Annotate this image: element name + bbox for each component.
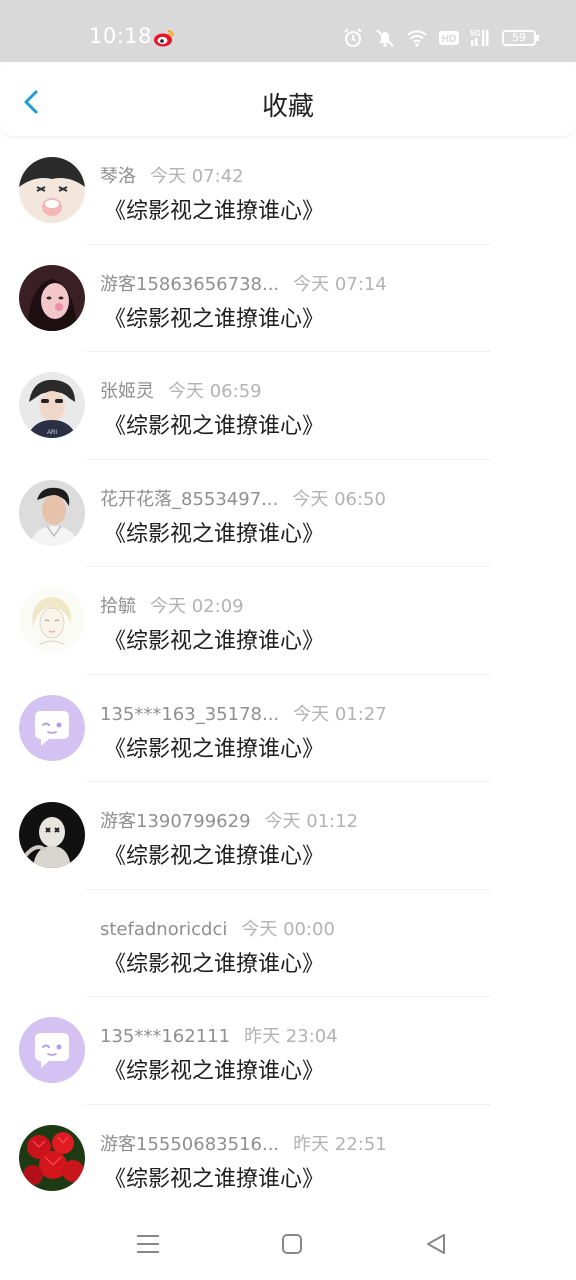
item-meta: 花开花落_8553497... 今天 06:50	[100, 485, 386, 511]
list-item[interactable]: 花开花落_8553497... 今天 06:50 《综影视之谁撩谁心》	[0, 460, 576, 567]
book-title[interactable]: 《综影视之谁撩谁心》	[104, 1161, 324, 1193]
menu-icon[interactable]	[134, 1230, 162, 1258]
svg-text:ARI: ARI	[47, 430, 57, 436]
item-meta: 135***163_35178... 今天 01:27	[100, 700, 387, 726]
wifi-icon	[407, 30, 427, 47]
book-title[interactable]: 《综影视之谁撩谁心》	[104, 1053, 324, 1085]
timestamp: 今天 07:14	[293, 273, 387, 295]
list-item[interactable]: 135***162111 昨天 23:04 《综影视之谁撩谁心》	[0, 997, 576, 1105]
user-name[interactable]: 游客1390799629	[100, 811, 251, 832]
user-name[interactable]: 游客15863656738...	[100, 274, 279, 295]
item-meta: 游客15550683516... 昨天 22:51	[100, 1130, 387, 1156]
avatar[interactable]	[19, 694, 85, 761]
default-avatar-icon	[19, 694, 85, 761]
svg-text:HD: HD	[442, 34, 456, 45]
user-name[interactable]: 拾毓	[100, 596, 136, 617]
list-item[interactable]: ARI 张姬灵 今天 06:59 《综影视之谁撩谁心》	[0, 352, 576, 460]
alarm-icon	[344, 28, 362, 47]
avatar[interactable]: ARI	[19, 372, 85, 438]
item-meta: 张姬灵 今天 06:59	[100, 377, 262, 403]
mute-icon	[376, 29, 394, 47]
user-name[interactable]: stefadnoricdci	[100, 919, 227, 940]
home-square-icon[interactable]	[278, 1230, 306, 1258]
back-triangle-icon[interactable]	[422, 1230, 450, 1258]
status-time: 10:18	[89, 24, 153, 48]
timestamp: 昨天 23:04	[244, 1026, 338, 1047]
timestamp: 今天 01:12	[264, 811, 359, 832]
timestamp: 昨天 22:51	[293, 1133, 387, 1155]
page-title: 收藏	[261, 92, 314, 122]
book-title[interactable]: 《综影视之谁撩谁心》	[104, 731, 324, 763]
timestamp: 今天 02:09	[150, 596, 244, 617]
book-title[interactable]: 《综影视之谁撩谁心》	[104, 193, 324, 225]
default-avatar-icon	[19, 1017, 85, 1083]
timestamp: 今天 06:50	[292, 488, 386, 510]
favorites-list: 琴洛 今天 07:42 《综影视之谁撩谁心》 游客15863656738... 今天…	[0, 137, 576, 1212]
item-meta: 135***162111 昨天 23:04	[100, 1022, 338, 1048]
book-title[interactable]: 《综影视之谁撩谁心》	[104, 623, 324, 655]
list-item[interactable]: 游客1390799629 今天 01:12 《综影视之谁撩谁心》	[0, 782, 576, 890]
book-title[interactable]: 《综影视之谁撩谁心》	[104, 516, 324, 548]
avatar[interactable]	[19, 1017, 85, 1083]
item-meta: 游客1390799629 今天 01:12	[100, 807, 358, 833]
book-title[interactable]: 《综影视之谁撩谁心》	[104, 301, 324, 333]
avatar[interactable]	[19, 802, 85, 868]
battery-level: 59	[512, 31, 526, 44]
book-title[interactable]: 《综影视之谁撩谁心》	[104, 838, 324, 870]
hd-icon: HD	[439, 31, 459, 45]
item-meta: 拾毓 今天 02:09	[100, 592, 244, 618]
item-meta: 琴洛 今天 07:42	[100, 162, 244, 188]
list-item[interactable]: 拾毓 今天 02:09 《综影视之谁撩谁心》	[0, 567, 576, 675]
status-icons: HD 5G 59	[342, 24, 539, 52]
timestamp: 今天 01:27	[293, 703, 387, 725]
list-item[interactable]: 琴洛 今天 07:42 《综影视之谁撩谁心》	[0, 137, 576, 245]
timestamp: 今天 00:00	[241, 918, 335, 940]
user-name[interactable]: 游客15550683516...	[100, 1134, 279, 1155]
list-item[interactable]: 135***163_35178... 今天 01:27 《综影视之谁撩谁心》	[0, 675, 576, 782]
list-item[interactable]: 游客15863656738... 今天 07:14 《综影视之谁撩谁心》	[0, 245, 576, 352]
item-meta: 游客15863656738... 今天 07:14	[100, 270, 387, 296]
list-item[interactable]: 游客15550683516... 昨天 22:51 《综影视之谁撩谁心》	[0, 1105, 576, 1213]
timestamp: 今天 06:59	[168, 381, 262, 402]
item-meta: stefadnoricdci 今天 00:00	[100, 915, 335, 941]
user-name[interactable]: 张姬灵	[100, 381, 154, 402]
user-name[interactable]: 135***163_35178...	[100, 704, 279, 725]
status-bar: 10:18 HD 5G 59	[0, 0, 576, 62]
list-item[interactable]: stefadnoricdci 今天 00:00 《综影视之谁撩谁心》	[0, 890, 576, 997]
book-title[interactable]: 《综影视之谁撩谁心》	[104, 408, 324, 440]
5g-signal-icon: 5G	[470, 29, 489, 46]
avatar[interactable]	[19, 1124, 85, 1191]
avatar[interactable]	[19, 910, 85, 976]
user-name[interactable]: 琴洛	[100, 166, 136, 187]
header: 收藏	[0, 62, 576, 136]
book-title[interactable]: 《综影视之谁撩谁心》	[104, 946, 324, 978]
avatar[interactable]	[19, 157, 85, 223]
avatar[interactable]	[19, 479, 85, 546]
user-name[interactable]: 135***162111	[100, 1026, 230, 1047]
timestamp: 今天 07:42	[150, 166, 244, 187]
system-nav-bar	[0, 1212, 576, 1280]
avatar[interactable]	[19, 587, 85, 653]
svg-text:5G: 5G	[470, 29, 481, 38]
avatar[interactable]	[19, 264, 85, 331]
weibo-icon	[154, 30, 174, 47]
user-name[interactable]: 花开花落_8553497...	[100, 489, 278, 510]
battery-icon: 59	[502, 30, 539, 46]
